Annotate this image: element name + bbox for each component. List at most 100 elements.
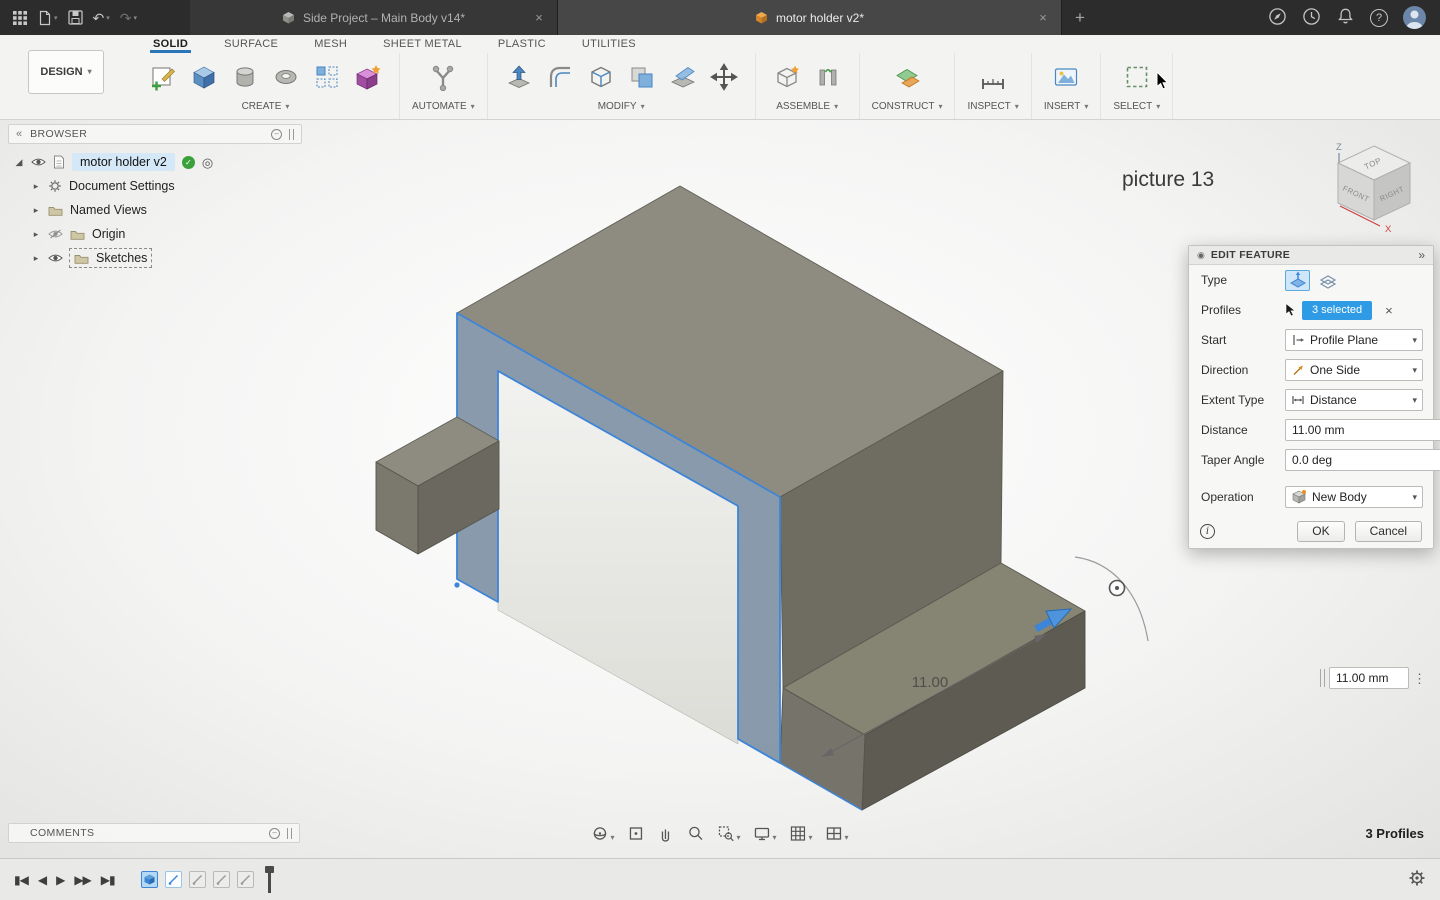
- new-component-icon[interactable]: [768, 56, 806, 98]
- extensions-compass-icon[interactable]: [1268, 7, 1287, 29]
- panel-minimize-icon[interactable]: –: [271, 128, 282, 140]
- clear-selection-icon[interactable]: ×: [1385, 303, 1393, 318]
- joint-icon[interactable]: [809, 56, 847, 98]
- panel-minimize-icon[interactable]: –: [269, 827, 280, 839]
- dimension-value[interactable]: 11.00: [912, 674, 948, 691]
- browser-header[interactable]: « BROWSER –: [8, 124, 302, 144]
- ok-button[interactable]: OK: [1297, 520, 1345, 542]
- value-box-handle-icon[interactable]: ⋮: [1413, 672, 1426, 685]
- rotate-manipulator[interactable]: [1074, 556, 1149, 642]
- start-dropdown[interactable]: Profile Plane ▾: [1285, 329, 1423, 351]
- timeline-playhead[interactable]: [264, 865, 274, 893]
- timeline-settings-gear-icon[interactable]: [1408, 869, 1426, 890]
- automate-icon[interactable]: [424, 56, 462, 98]
- visibility-off-eye-icon[interactable]: [48, 229, 63, 239]
- extrude-icon[interactable]: [185, 56, 223, 98]
- redo-caret-icon[interactable]: ▾: [134, 14, 138, 22]
- tab-sheet-metal[interactable]: SHEET METAL: [380, 36, 465, 53]
- group-label-insert[interactable]: INSERT ▾: [1044, 101, 1089, 112]
- coil-icon[interactable]: [267, 56, 305, 98]
- workspace-selector[interactable]: DESIGN ▾: [28, 50, 104, 94]
- redo-button[interactable]: ↷ ▾: [120, 11, 137, 25]
- visibility-eye-icon[interactable]: [31, 157, 46, 167]
- cancel-button[interactable]: Cancel: [1354, 520, 1422, 542]
- tree-row-document-settings[interactable]: ▸ Document Settings: [14, 174, 302, 198]
- expand-caret-icon[interactable]: ▸: [31, 205, 41, 216]
- expand-caret-icon[interactable]: ▸: [31, 253, 41, 264]
- look-at-tool-icon[interactable]: [627, 825, 644, 842]
- operation-dropdown[interactable]: New Body ▾: [1285, 486, 1423, 508]
- tab-plastic[interactable]: PLASTIC: [495, 36, 549, 53]
- split-body-icon[interactable]: [664, 56, 702, 98]
- document-tab-side-project[interactable]: Side Project – Main Body v14* ×: [190, 0, 558, 35]
- group-label-construct[interactable]: CONSTRUCT ▾: [872, 101, 943, 112]
- close-tab-icon[interactable]: ×: [531, 10, 547, 26]
- pan-tool-icon[interactable]: [657, 825, 674, 842]
- notifications-bell-icon[interactable]: [1336, 7, 1355, 29]
- type-thin-extrude-button[interactable]: [1315, 270, 1340, 291]
- group-label-automate[interactable]: AUTOMATE ▾: [412, 101, 475, 112]
- form-icon[interactable]: [349, 56, 387, 98]
- group-label-assemble[interactable]: ASSEMBLE ▾: [776, 101, 838, 112]
- group-label-select[interactable]: SELECT ▾: [1113, 101, 1160, 112]
- expand-caret-icon[interactable]: ▸: [31, 181, 41, 192]
- group-label-modify[interactable]: MODIFY ▾: [598, 101, 645, 112]
- view-cube[interactable]: Z TOP FRONT RIGHT X: [1324, 136, 1424, 240]
- zoom-window-tool-icon[interactable]: ▾: [717, 825, 740, 842]
- tab-solid[interactable]: SOLID: [150, 36, 192, 53]
- app-grid-icon[interactable]: [12, 10, 28, 26]
- extrude-distance-inline-input[interactable]: [1329, 667, 1409, 689]
- timeline-step-forward-button[interactable]: ▶▶: [74, 873, 91, 887]
- file-menu-caret-icon[interactable]: ▾: [54, 14, 58, 22]
- extent-type-dropdown[interactable]: Distance ▾: [1285, 389, 1423, 411]
- combine-icon[interactable]: [623, 56, 661, 98]
- move-icon[interactable]: [705, 56, 743, 98]
- save-icon[interactable]: [67, 10, 83, 25]
- zoom-tool-icon[interactable]: [687, 825, 704, 842]
- create-sketch-icon[interactable]: [144, 56, 182, 98]
- new-document-tab-button[interactable]: +: [1062, 0, 1098, 35]
- tab-mesh[interactable]: MESH: [311, 36, 350, 53]
- timeline-feature-sketch-2[interactable]: [188, 871, 206, 888]
- tree-row-origin[interactable]: ▸ Origin: [14, 222, 302, 246]
- fillet-icon[interactable]: [541, 56, 579, 98]
- tree-row-named-views[interactable]: ▸ Named Views: [14, 198, 302, 222]
- timeline-feature-sketch-1[interactable]: [164, 871, 182, 888]
- group-label-create[interactable]: CREATE ▾: [242, 101, 290, 112]
- type-extrude-button[interactable]: [1285, 269, 1310, 291]
- canvas-text-annotation[interactable]: picture 13: [1122, 168, 1214, 192]
- cylinder-icon[interactable]: [226, 56, 264, 98]
- comments-header[interactable]: COMMENTS –: [8, 823, 300, 843]
- user-avatar[interactable]: [1403, 6, 1426, 29]
- display-settings-icon[interactable]: ▾: [753, 825, 777, 842]
- panel-grip-icon[interactable]: [289, 128, 294, 140]
- grid-settings-icon[interactable]: ▾: [790, 825, 813, 842]
- timeline-play-button[interactable]: ▶: [56, 873, 65, 887]
- recent-clock-icon[interactable]: [1302, 7, 1321, 29]
- activate-component-icon[interactable]: ◎: [202, 156, 213, 169]
- tree-item-sketches-editing[interactable]: Sketches: [68, 248, 153, 268]
- tab-surface[interactable]: SURFACE: [221, 36, 281, 53]
- tree-row-root[interactable]: ◢ motor holder v2 ✓ ◎: [14, 150, 302, 174]
- timeline-skip-start-button[interactable]: ▮◀: [14, 873, 29, 887]
- tab-utilities[interactable]: UTILITIES: [579, 36, 639, 53]
- expand-caret-icon[interactable]: ▸: [31, 229, 41, 240]
- close-tab-icon[interactable]: ×: [1035, 10, 1051, 26]
- value-box-grip-icon[interactable]: [1320, 669, 1325, 687]
- timeline-step-back-button[interactable]: ◀: [38, 873, 47, 887]
- measure-icon[interactable]: [974, 56, 1012, 98]
- document-tab-motor-holder[interactable]: motor holder v2* ×: [558, 0, 1062, 35]
- profiles-selected-badge[interactable]: 3 selected: [1302, 300, 1373, 320]
- visibility-eye-icon[interactable]: [48, 253, 63, 263]
- expand-caret-icon[interactable]: ◢: [14, 157, 24, 168]
- undo-caret-icon[interactable]: ▾: [106, 14, 110, 22]
- orbit-tool-icon[interactable]: ▾: [591, 825, 614, 842]
- insert-image-icon[interactable]: [1047, 56, 1085, 98]
- direction-dropdown[interactable]: One Side ▾: [1285, 359, 1423, 381]
- model-body[interactable]: [375, 185, 1086, 811]
- file-menu-icon[interactable]: ▾: [38, 10, 58, 26]
- pattern-icon[interactable]: [308, 56, 346, 98]
- tree-row-sketches[interactable]: ▸ Sketches: [14, 246, 302, 270]
- select-tool-icon[interactable]: [1118, 56, 1156, 98]
- root-document-label[interactable]: motor holder v2: [72, 153, 175, 171]
